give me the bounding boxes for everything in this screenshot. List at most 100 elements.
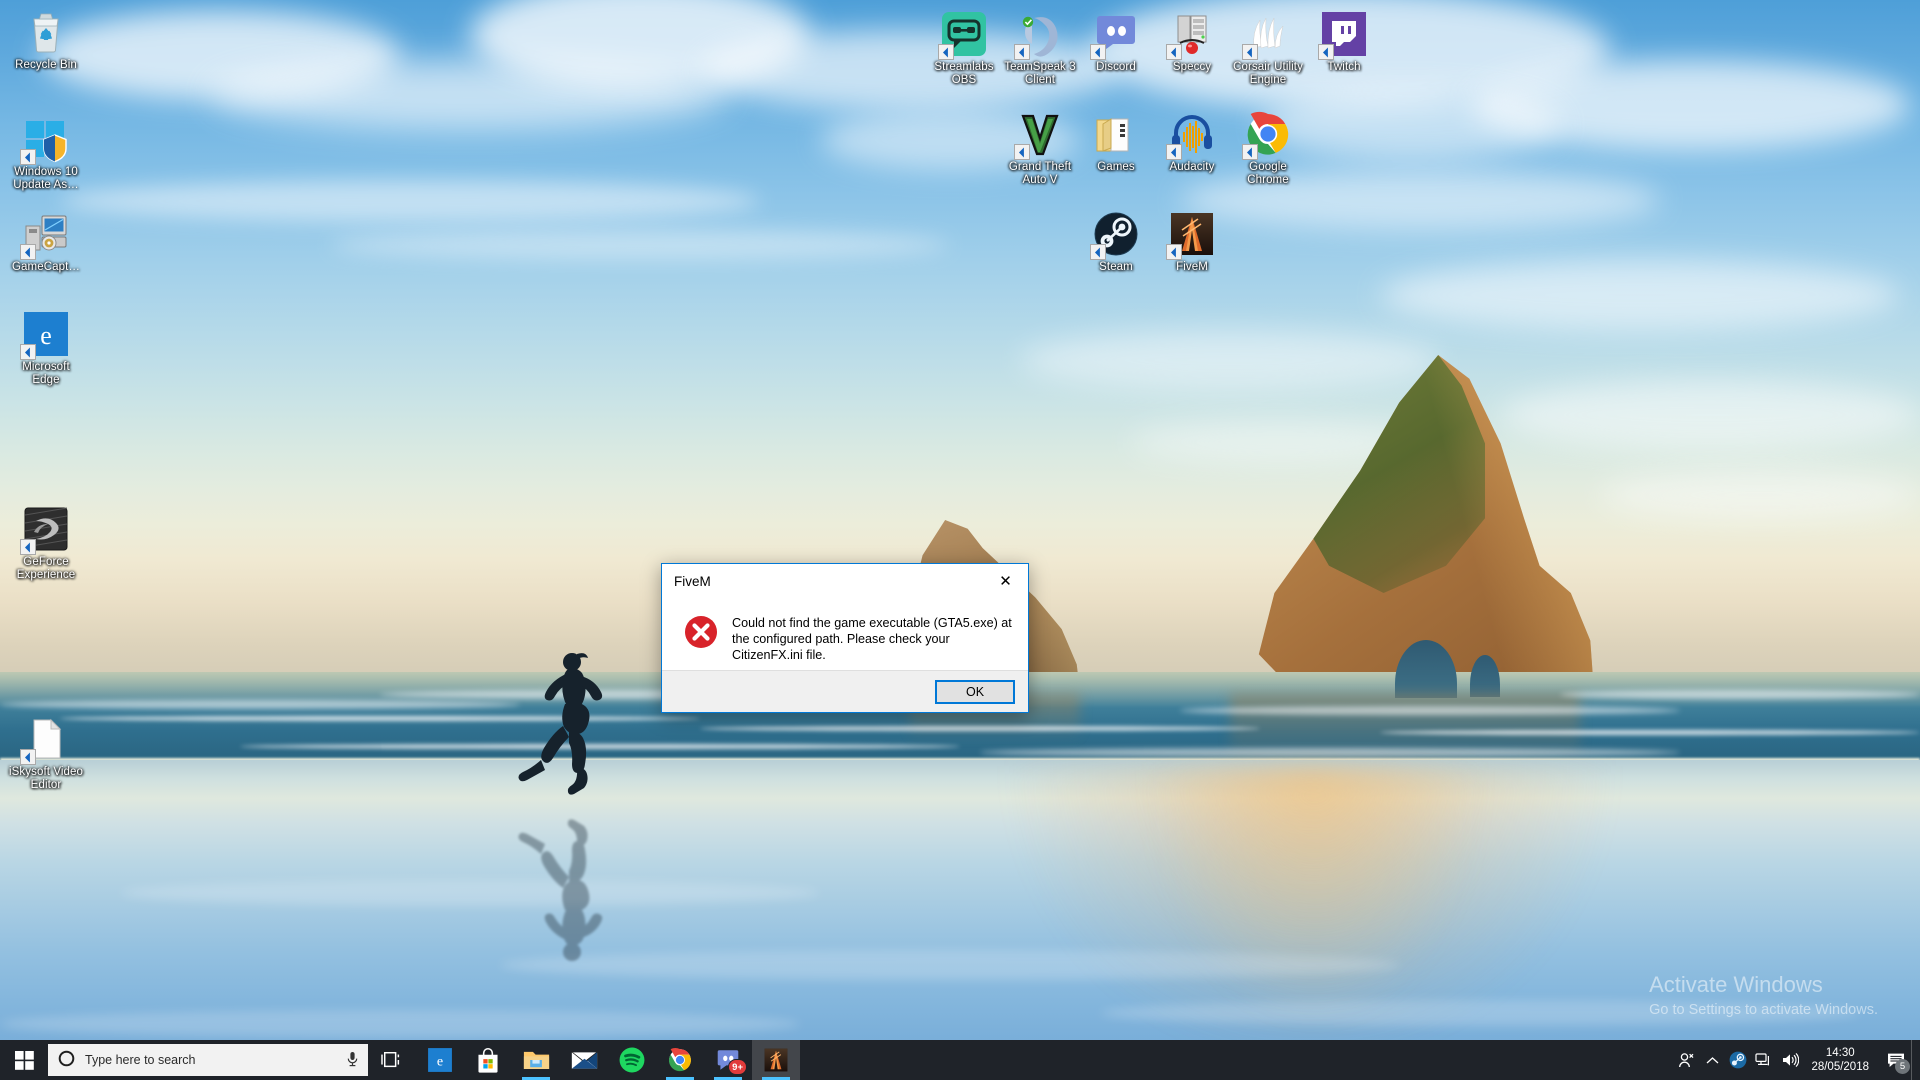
audacity-icon — [1166, 110, 1216, 160]
file-document-icon — [20, 715, 70, 765]
cortana-circle-icon — [58, 1050, 75, 1070]
dialog-title: FiveM — [674, 573, 711, 589]
search-input[interactable]: Type here to search — [48, 1044, 368, 1076]
shortcut-overlay-icon — [1090, 244, 1106, 260]
network-icon[interactable] — [1751, 1040, 1777, 1080]
desktop-wallpaper[interactable] — [0, 0, 1920, 1080]
ok-button[interactable]: OK — [935, 679, 1015, 704]
wave-line — [980, 748, 1680, 757]
taskbar-button-fivem[interactable] — [752, 1040, 800, 1080]
system-tray: 14:30 28/05/2018 5 — [1673, 1040, 1920, 1080]
fivem-icon — [763, 1047, 789, 1073]
desktop-icon-streamlabs-obs[interactable]: Streamlabs OBS — [926, 10, 1002, 87]
cloud-shape — [1500, 380, 1920, 450]
taskbar-button-microsoft-store[interactable] — [464, 1040, 512, 1080]
svg-text:e: e — [40, 321, 52, 350]
desktop-icon-audacity[interactable]: Audacity — [1154, 110, 1230, 174]
desktop-icon-label: Steam — [1099, 261, 1133, 273]
wave-line — [0, 700, 520, 709]
taskbar-badge: 9+ — [728, 1059, 747, 1075]
microsoft-edge-icon: e — [20, 310, 70, 360]
taskbar-buttons: e 9+ — [368, 1040, 800, 1080]
google-chrome-icon — [667, 1047, 693, 1073]
sand-streak — [120, 880, 820, 906]
clock-time: 14:30 — [1825, 1047, 1855, 1059]
desktop-icon-teamspeak-3-client[interactable]: TeamSpeak 3 Client — [1002, 10, 1078, 87]
taskbar-button-file-explorer[interactable] — [512, 1040, 560, 1080]
desktop-icon-recycle-bin[interactable]: Recycle Bin — [8, 8, 84, 72]
desktop-icon-label: Windows 10 Update As… — [13, 166, 79, 191]
streamlabs-obs-icon — [938, 10, 988, 60]
taskbar[interactable]: Type here to search e 9+ 14:30 28/05/201… — [0, 1040, 1920, 1080]
steam-tray-icon[interactable] — [1725, 1040, 1751, 1080]
task-view-icon — [381, 1050, 403, 1070]
action-center-icon[interactable]: 5 — [1881, 1040, 1911, 1080]
gta-v-icon — [1014, 110, 1064, 160]
taskbar-button-task-view[interactable] — [368, 1040, 416, 1080]
desktop-icon-speccy[interactable]: Speccy — [1154, 10, 1230, 74]
twitch-icon — [1318, 10, 1368, 60]
dialog-body: Could not find the game executable (GTA5… — [662, 598, 1028, 672]
desktop-icon-microsoft-edge[interactable]: e Microsoft Edge — [8, 310, 84, 387]
shortcut-overlay-icon — [1166, 44, 1182, 60]
shortcut-overlay-icon — [1014, 144, 1030, 160]
fivem-error-dialog[interactable]: FiveM ✕ Could not find the game executab… — [661, 563, 1029, 713]
wave-line — [1180, 706, 1680, 715]
desktop-icon-geforce-experience[interactable]: GeForce Experience — [8, 505, 84, 582]
watermark-title: Activate Windows — [1649, 972, 1823, 997]
taskbar-button-discord[interactable]: 9+ — [704, 1040, 752, 1080]
taskbar-button-microsoft-edge[interactable]: e — [416, 1040, 464, 1080]
cloud-shape — [60, 180, 760, 222]
fivem-icon — [1166, 210, 1216, 260]
clock-date: 28/05/2018 — [1811, 1061, 1869, 1073]
desktop-icon-games[interactable]: Games — [1078, 110, 1154, 174]
desktop-icon-fivem[interactable]: FiveM — [1154, 210, 1230, 274]
start-button[interactable] — [0, 1040, 48, 1080]
desktop-icon-label: TeamSpeak 3 Client — [1004, 61, 1076, 86]
desktop-icon-label: Twitch — [1327, 61, 1361, 73]
taskbar-button-mail[interactable] — [560, 1040, 608, 1080]
sand-streak — [500, 950, 1400, 980]
desktop-icon-gamecapt[interactable]: GameCapt… — [8, 210, 84, 274]
chevron-up-icon[interactable] — [1699, 1040, 1725, 1080]
desktop-icon-iskysoft-video-editor[interactable]: iSkysoft Video Editor — [8, 715, 84, 792]
desktop-icon-label: Audacity — [1169, 161, 1215, 173]
wave-line — [1560, 690, 1920, 699]
volume-icon[interactable] — [1777, 1040, 1803, 1080]
desktop-icon-steam[interactable]: Steam — [1078, 210, 1154, 274]
shortcut-overlay-icon — [20, 244, 36, 260]
taskbar-clock[interactable]: 14:30 28/05/2018 — [1803, 1040, 1881, 1080]
desktop-icon-label: GeForce Experience — [16, 556, 76, 581]
windows-update-assistant-icon — [20, 115, 70, 165]
desktop-icon-label: Games — [1097, 161, 1135, 173]
teamspeak-icon — [1014, 10, 1064, 60]
shortcut-overlay-icon — [1166, 144, 1182, 160]
shortcut-overlay-icon — [1090, 44, 1106, 60]
shortcut-overlay-icon — [20, 539, 36, 555]
desktop-icon-label: Microsoft Edge — [22, 361, 70, 386]
discord-icon — [1090, 10, 1140, 60]
dialog-title-bar[interactable]: FiveM ✕ — [662, 564, 1028, 598]
desktop-icon-label: FiveM — [1176, 261, 1208, 273]
wallpaper-runner-reflection — [505, 806, 623, 966]
geforce-experience-icon — [20, 505, 70, 555]
game-capture-icon — [20, 210, 70, 260]
people-icon[interactable] — [1673, 1040, 1699, 1080]
show-desktop-button[interactable] — [1911, 1040, 1920, 1080]
desktop-icon-discord[interactable]: Discord — [1078, 10, 1154, 74]
watermark-subtitle: Go to Settings to activate Windows. — [1649, 1002, 1878, 1018]
close-icon[interactable]: ✕ — [983, 566, 1028, 596]
recycle-bin-icon — [22, 8, 70, 56]
microphone-icon[interactable] — [345, 1051, 360, 1070]
cloud-shape — [1600, 470, 1920, 520]
error-icon — [684, 615, 718, 649]
desktop-icon-google-chrome[interactable]: Google Chrome — [1230, 110, 1306, 187]
desktop-icon-corsair-utility-engine[interactable]: Corsair Utility Engine — [1230, 10, 1306, 87]
desktop-icon-grand-theft-auto-v[interactable]: Grand Theft Auto V — [1002, 110, 1078, 187]
desktop-icon-label: iSkysoft Video Editor — [8, 766, 84, 791]
desktop-icon-twitch[interactable]: Twitch — [1306, 10, 1382, 74]
taskbar-button-google-chrome[interactable] — [656, 1040, 704, 1080]
taskbar-button-spotify[interactable] — [608, 1040, 656, 1080]
desktop-icon-windows-10-update-as[interactable]: Windows 10 Update As… — [8, 115, 84, 192]
sand-streak — [0, 1010, 800, 1038]
